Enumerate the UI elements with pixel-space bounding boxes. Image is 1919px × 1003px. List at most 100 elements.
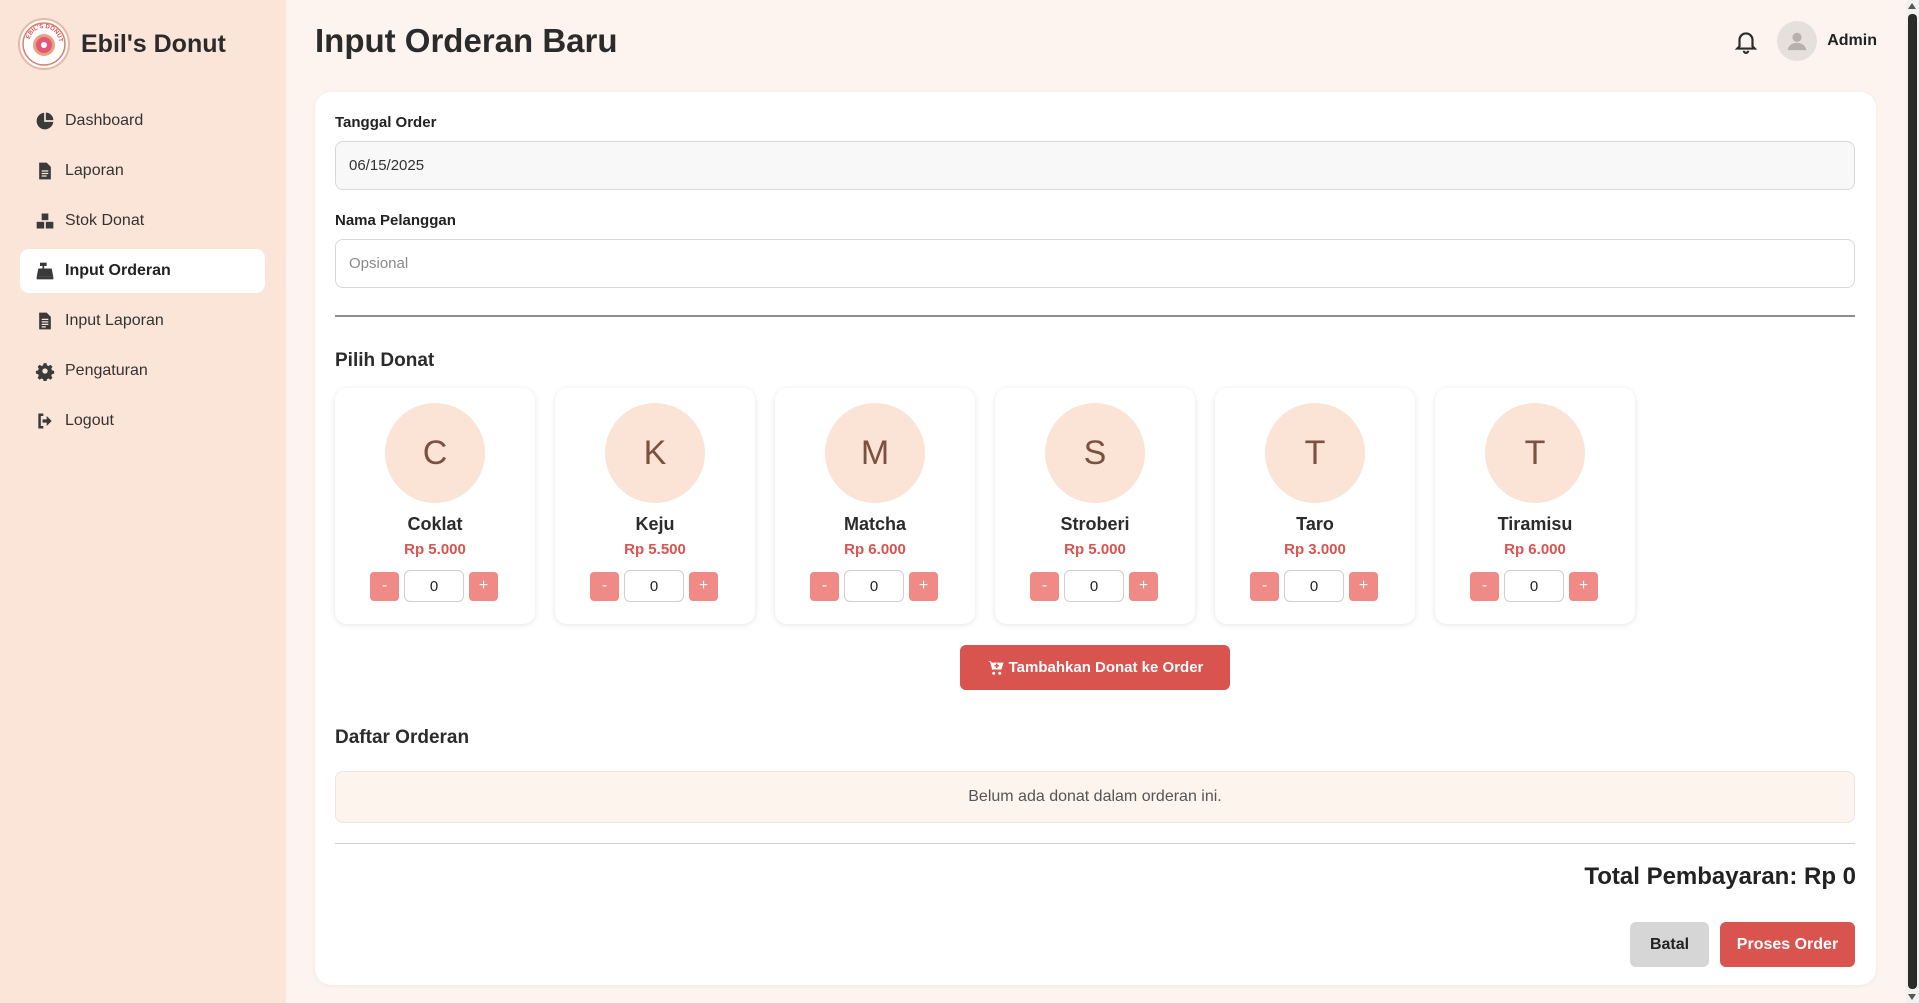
page-scrollbar[interactable]: [1906, 0, 1919, 1003]
sidebar-item-label: Input Orderan: [65, 262, 171, 279]
donut-logo-icon: EBIL'S DONUT: [18, 18, 70, 70]
sidebar: EBIL'S DONUT Ebil's Donut Dashboard Lapo…: [0, 0, 286, 1003]
order-list-title: Daftar Orderan: [335, 727, 470, 748]
logout-icon: [34, 410, 56, 432]
donut-initial-avatar: K: [605, 403, 705, 503]
decrement-button[interactable]: -: [1470, 571, 1499, 601]
donut-initial-avatar: T: [1485, 403, 1585, 503]
cancel-button[interactable]: Batal: [1630, 922, 1709, 967]
donut-name: Taro: [1296, 514, 1334, 534]
donut-card-taro: T Taro Rp 3.000 - +: [1215, 388, 1415, 624]
decrement-button[interactable]: -: [370, 571, 399, 601]
donut-initial-avatar: S: [1045, 403, 1145, 503]
quantity-stepper: - +: [370, 570, 498, 602]
boxes-icon: [34, 210, 56, 232]
donut-card-stroberi: S Stroberi Rp 5.000 - +: [995, 388, 1195, 624]
increment-button[interactable]: +: [689, 571, 718, 601]
add-button-label: Tambahkan Donat ke Order: [1008, 659, 1204, 676]
increment-button[interactable]: +: [469, 571, 498, 601]
donut-price: Rp 6.000: [1504, 541, 1566, 558]
quantity-stepper: - +: [810, 570, 938, 602]
sidebar-item-laporan[interactable]: Laporan: [20, 149, 265, 193]
pie-chart-icon: [34, 110, 56, 132]
user-name[interactable]: Admin: [1827, 32, 1877, 50]
brand-name: Ebil's Donut: [81, 29, 226, 58]
donut-initial-avatar: C: [385, 403, 485, 503]
bell-icon[interactable]: [1733, 28, 1759, 54]
quantity-stepper: - +: [590, 570, 718, 602]
increment-button[interactable]: +: [1349, 571, 1378, 601]
donut-price: Rp 3.000: [1284, 541, 1346, 558]
customer-name-field[interactable]: [335, 239, 1855, 288]
user-avatar-icon[interactable]: [1777, 21, 1818, 61]
sidebar-nav: Dashboard Laporan Stok Donat Input Order…: [20, 99, 265, 449]
sidebar-item-dashboard[interactable]: Dashboard: [20, 99, 265, 143]
brand[interactable]: EBIL'S DONUT Ebil's Donut: [18, 18, 226, 70]
donut-name: Matcha: [843, 514, 906, 534]
order-date-field[interactable]: [335, 141, 1855, 190]
process-order-button[interactable]: Proses Order: [1720, 922, 1855, 967]
donut-price: Rp 5.000: [404, 541, 466, 558]
donut-card-coklat: C Coklat Rp 5.000 - +: [335, 388, 535, 624]
decrement-button[interactable]: -: [1030, 571, 1059, 601]
sidebar-item-input-laporan[interactable]: Input Laporan: [20, 299, 265, 343]
donut-initial-avatar: M: [825, 403, 925, 503]
donut-price: Rp 6.000: [844, 541, 906, 558]
empty-order-message: Belum ada donat dalam orderan ini.: [335, 771, 1855, 823]
increment-button[interactable]: +: [909, 571, 938, 601]
donut-grid: C Coklat Rp 5.000 - + K Keju Rp 5.500 - …: [335, 388, 1655, 624]
customer-label: Nama Pelanggan: [335, 212, 456, 229]
increment-button[interactable]: +: [1569, 571, 1598, 601]
quantity-stepper: - +: [1470, 570, 1598, 602]
order-form-card: Tanggal Order Nama Pelanggan Pilih Donat…: [315, 92, 1876, 985]
sidebar-item-logout[interactable]: Logout: [20, 399, 265, 443]
section-divider: [335, 315, 1855, 317]
donut-card-keju: K Keju Rp 5.500 - +: [555, 388, 755, 624]
sidebar-item-label: Laporan: [65, 162, 124, 179]
sidebar-item-label: Stok Donat: [65, 212, 145, 229]
total-payment: Total Pembayaran: Rp 0: [1584, 863, 1856, 890]
scroll-up-icon[interactable]: [1908, 3, 1916, 9]
quantity-input[interactable]: [1284, 570, 1344, 602]
donut-name: Stroberi: [1060, 514, 1130, 534]
cart-plus-icon: [987, 660, 1004, 675]
donut-name: Tiramisu: [1497, 514, 1573, 534]
donut-name: Coklat: [407, 514, 463, 534]
donut-card-matcha: M Matcha Rp 6.000 - +: [775, 388, 975, 624]
donut-initial-avatar: T: [1265, 403, 1365, 503]
decrement-button[interactable]: -: [590, 571, 619, 601]
date-label: Tanggal Order: [335, 114, 437, 131]
sidebar-item-label: Input Laporan: [65, 312, 164, 329]
header-actions: Admin: [1733, 21, 1877, 61]
page-title: Input Orderan Baru: [315, 22, 618, 59]
total-divider: [335, 843, 1855, 844]
quantity-input[interactable]: [1064, 570, 1124, 602]
file-lines-icon: [34, 310, 56, 332]
cash-register-icon: [34, 260, 56, 282]
sidebar-item-label: Pengaturan: [65, 362, 148, 379]
quantity-input[interactable]: [1504, 570, 1564, 602]
quantity-input[interactable]: [844, 570, 904, 602]
sidebar-item-stok-donat[interactable]: Stok Donat: [20, 199, 265, 243]
document-icon: [34, 160, 56, 182]
donut-section-title: Pilih Donat: [335, 350, 435, 371]
scroll-down-icon[interactable]: [1908, 994, 1916, 1000]
donut-price: Rp 5.500: [624, 541, 686, 558]
quantity-stepper: - +: [1250, 570, 1378, 602]
sidebar-item-pengaturan[interactable]: Pengaturan: [20, 349, 265, 393]
decrement-button[interactable]: -: [810, 571, 839, 601]
sidebar-item-label: Logout: [65, 412, 114, 429]
decrement-button[interactable]: -: [1250, 571, 1279, 601]
sidebar-item-input-orderan[interactable]: Input Orderan: [20, 249, 265, 293]
quantity-input[interactable]: [624, 570, 684, 602]
donut-price: Rp 5.000: [1064, 541, 1126, 558]
donut-card-tiramisu: T Tiramisu Rp 6.000 - +: [1435, 388, 1635, 624]
scroll-thumb[interactable]: [1908, 14, 1917, 989]
quantity-input[interactable]: [404, 570, 464, 602]
add-donut-to-order-button[interactable]: Tambahkan Donat ke Order: [960, 645, 1230, 690]
donut-name: Keju: [635, 514, 675, 534]
increment-button[interactable]: +: [1129, 571, 1158, 601]
gear-icon: [34, 360, 56, 382]
quantity-stepper: - +: [1030, 570, 1158, 602]
sidebar-item-label: Dashboard: [65, 112, 144, 129]
